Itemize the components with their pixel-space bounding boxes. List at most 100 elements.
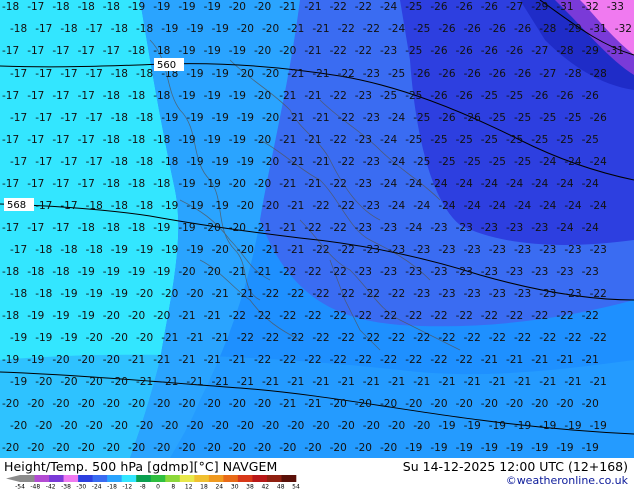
- temperature-label: -20: [86, 376, 103, 388]
- temperature-label: -22: [380, 354, 397, 366]
- temperature-label: -22: [279, 310, 296, 322]
- temperature-label: -31: [607, 45, 624, 57]
- temperature-label: -25: [539, 112, 556, 124]
- temperature-label: -22: [338, 200, 355, 212]
- temperature-label: -21: [312, 68, 329, 80]
- temperature-label: -23: [363, 156, 380, 168]
- temperature-label: -23: [456, 222, 473, 234]
- temperature-label: -19: [161, 23, 178, 35]
- temperature-label: -21: [506, 354, 523, 366]
- temperature-label: -21: [136, 376, 153, 388]
- colorbar-segment: [208, 475, 224, 482]
- temperature-label: -17: [10, 112, 27, 124]
- colorbar-segment: [194, 475, 210, 482]
- temperature-label: -17: [35, 200, 52, 212]
- temperature-label: -18: [128, 134, 145, 146]
- temperature-label: -19: [178, 178, 195, 190]
- temperature-label: -21: [388, 376, 405, 388]
- temperature-label: -20: [254, 398, 271, 410]
- temperature-label: -23: [531, 222, 548, 234]
- valid-time: Su 14-12-2025 12:00 UTC (12+168): [402, 459, 628, 474]
- temperature-label: -18: [2, 1, 19, 13]
- temperature-label: -19: [405, 442, 422, 454]
- temperature-label: -25: [438, 156, 455, 168]
- temperature-label: -18: [103, 90, 120, 102]
- temperature-label: -21: [287, 23, 304, 35]
- temperature-label: -20: [186, 420, 203, 432]
- temperature-label: -20: [254, 45, 271, 57]
- temperature-label: -20: [237, 23, 254, 35]
- temperature-label: -22: [582, 310, 599, 322]
- temperature-label: -25: [489, 112, 506, 124]
- temperature-label: -21: [262, 376, 279, 388]
- temperature-label: -18: [128, 45, 145, 57]
- temperature-label: -23: [514, 244, 531, 256]
- colorbar-tick-label: -24: [92, 484, 102, 490]
- weather-map: -18 -17 -18 -18 -18 -19 -19 -19 -19 -20 -20 -21 -21-…: [0, 0, 634, 458]
- temperature-label: -21: [254, 222, 271, 234]
- temperature-label: -21: [287, 200, 304, 212]
- temperature-label: -25: [506, 134, 523, 146]
- temperature-label: -21: [413, 376, 430, 388]
- temperature-label: -19: [153, 266, 170, 278]
- temperature-label: -20: [153, 398, 170, 410]
- temperature-label: -20: [136, 288, 153, 300]
- temperature-label: -22: [304, 310, 321, 322]
- temperature-label: -20: [212, 420, 229, 432]
- temperature-label: -17: [103, 45, 120, 57]
- temperature-label: -25: [464, 156, 481, 168]
- temperature-label: -17: [10, 244, 27, 256]
- temperature-label: -22: [363, 23, 380, 35]
- temperature-label: -25: [405, 134, 422, 146]
- temperature-label: -21: [304, 90, 321, 102]
- colorbar-segment: [165, 475, 181, 482]
- credit-link[interactable]: ©weatheronline.co.uk: [506, 474, 628, 487]
- temperature-label: -26: [489, 68, 506, 80]
- colorbar-tick-label: -48: [30, 484, 40, 490]
- temperature-label: -19: [111, 244, 128, 256]
- temperature-label: -20: [78, 442, 95, 454]
- temperature-label: -22: [355, 45, 372, 57]
- temperature-label: -19: [111, 288, 128, 300]
- temperature-label: -21: [582, 354, 599, 366]
- temperature-label: -20: [330, 398, 347, 410]
- temperature-label: -26: [514, 68, 531, 80]
- temperature-label: -19: [136, 244, 153, 256]
- temperature-label: -20: [60, 420, 77, 432]
- temperature-label: -22: [355, 1, 372, 13]
- temperature-label: -24: [564, 156, 581, 168]
- temperature-label: -20: [262, 200, 279, 212]
- temperature-label: -22: [338, 288, 355, 300]
- colorbar-tick-label: 18: [200, 484, 208, 490]
- temperature-label: -22: [330, 1, 347, 13]
- temperature-label: -25: [413, 112, 430, 124]
- temperature-label: -23: [355, 90, 372, 102]
- temperature-label: -24: [556, 222, 573, 234]
- temperature-label: -24: [481, 178, 498, 190]
- temperature-label: -17: [78, 134, 95, 146]
- temperature-label: -18: [35, 288, 52, 300]
- temperature-label: -20: [204, 442, 221, 454]
- temperature-label: -26: [464, 112, 481, 124]
- temperature-label: -23: [590, 244, 607, 256]
- temperature-label: -26: [413, 68, 430, 80]
- temperature-label: -26: [489, 23, 506, 35]
- temperature-label: -17: [2, 45, 19, 57]
- temperature-label: -19: [178, 90, 195, 102]
- temperature-label: -21: [212, 288, 229, 300]
- temperature-label: -22: [287, 332, 304, 344]
- colorbar-segment: [63, 475, 79, 482]
- temperature-label: -21: [489, 376, 506, 388]
- temperature-label: -19: [78, 266, 95, 278]
- temperature-label: -22: [539, 332, 556, 344]
- temperature-label: -21: [178, 310, 195, 322]
- temperature-label: -22: [330, 90, 347, 102]
- temperature-label: -19: [506, 442, 523, 454]
- temperature-label: -28: [556, 45, 573, 57]
- temperature-label: -22: [330, 134, 347, 146]
- temperature-label: -22: [355, 354, 372, 366]
- temperature-label: -24: [405, 222, 422, 234]
- temperature-label: -19: [539, 420, 556, 432]
- temperature-label: -24: [430, 178, 447, 190]
- temperature-label: -20: [262, 112, 279, 124]
